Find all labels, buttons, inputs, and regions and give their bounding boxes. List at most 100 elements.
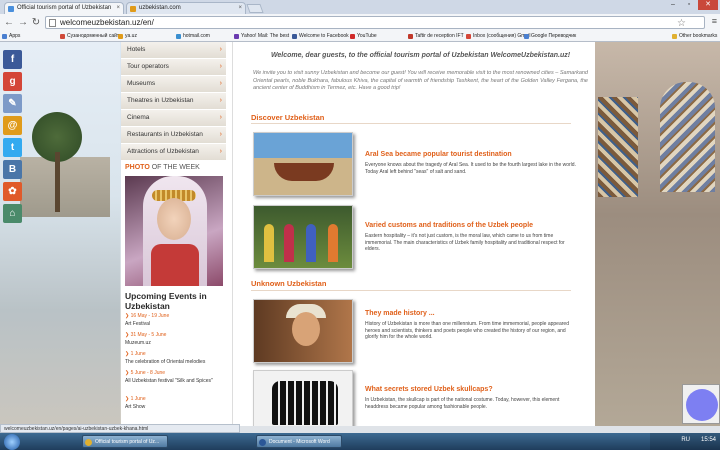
- bookmark-item[interactable]: Inbox (сообщения) Gmail: [466, 31, 530, 41]
- social-share-icon[interactable]: ⌂: [3, 204, 22, 223]
- bookmark-item[interactable]: Yahoo! Mail: The best: [234, 31, 289, 41]
- tab-active[interactable]: Official tourism portal of Uzbekistan ×: [4, 2, 124, 14]
- menu-item[interactable]: Museums ›: [121, 76, 226, 93]
- close-window-button[interactable]: ✕: [698, 0, 718, 10]
- bookmark-item[interactable]: Cyзанодоменный сайт: [60, 31, 119, 41]
- article-title[interactable]: They made history ...: [365, 310, 585, 317]
- event-title: Art Festival: [125, 321, 151, 327]
- article-title[interactable]: Varied customs and traditions of the Uzb…: [365, 222, 585, 229]
- start-button[interactable]: [4, 434, 20, 450]
- language-indicator[interactable]: RU: [681, 437, 690, 443]
- person: [284, 224, 294, 262]
- bookmark-favicon-icon: [176, 34, 181, 39]
- chevron-right-icon: ›: [219, 97, 222, 104]
- bookmark-label: YouTube: [357, 33, 377, 39]
- menu-item[interactable]: Cinema ›: [121, 110, 226, 127]
- photo-label-rest: OF THE WEEK: [149, 164, 200, 171]
- menu-item-label: Hotels: [127, 46, 146, 53]
- maximize-button[interactable]: ▫: [682, 0, 696, 10]
- chevron-right-icon: ›: [219, 80, 222, 87]
- minimize-button[interactable]: –: [666, 0, 680, 10]
- address-bar[interactable]: welcomeuzbekistan.uz/en/ ☆: [45, 16, 705, 29]
- menu-item[interactable]: Hotels ›: [121, 42, 226, 59]
- event-item[interactable]: 16 May - 19 JuneArt Festival: [125, 312, 169, 328]
- event-date: 31 May - 5 June: [125, 331, 167, 339]
- menu-item[interactable]: Tour operators ›: [121, 59, 226, 76]
- bookmark-item[interactable]: ya.uz: [118, 31, 137, 41]
- tab-secondary[interactable]: uzbekistan.com ×: [126, 2, 246, 14]
- bookmark-item[interactable]: Taftir de reception IFT: [408, 31, 464, 41]
- new-tab-button[interactable]: [246, 4, 264, 13]
- social-share-icon[interactable]: t: [3, 138, 22, 157]
- taskbar-item[interactable]: Official tourism portal of Uz...: [82, 435, 168, 448]
- social-share-bar: f g ✎ @ t B ✿ ⌂: [3, 50, 22, 226]
- bookmark-label: hotmail.com: [183, 33, 210, 39]
- floating-widget[interactable]: [682, 384, 720, 424]
- article-text: History of Uzbekistan is more than one m…: [365, 321, 569, 340]
- skullcap-image[interactable]: [253, 370, 353, 426]
- aral-sea-image[interactable]: [253, 132, 353, 196]
- chrome-icon: [85, 439, 92, 446]
- wrench-icon[interactable]: ≡: [712, 16, 717, 26]
- bookmark-item[interactable]: Apps: [2, 31, 20, 41]
- tab-label: uzbekistan.com: [139, 5, 181, 11]
- widget-ball-icon: [686, 389, 718, 421]
- bookmark-favicon-icon: [466, 34, 471, 39]
- customs-image[interactable]: [253, 205, 353, 269]
- bookmark-favicon-icon: [118, 34, 123, 39]
- social-share-icon[interactable]: f: [3, 50, 22, 69]
- bookmark-item[interactable]: hotmail.com: [176, 31, 210, 41]
- social-share-icon[interactable]: B: [3, 160, 22, 179]
- event-item[interactable]: 5 June - 8 JuneAll Uzbekistan festival "…: [125, 369, 213, 385]
- event-title: Muzeum.uz: [125, 340, 151, 346]
- close-tab-icon[interactable]: ×: [116, 3, 120, 14]
- tab-strip: Official tourism portal of Uzbekistan × …: [0, 0, 720, 14]
- back-arrow-icon[interactable]: ←: [3, 17, 15, 29]
- word-icon: [259, 439, 266, 446]
- article-text: In Uzbekistan, the skullcap is part of t…: [365, 397, 560, 410]
- photo-of-week-image[interactable]: [125, 176, 223, 286]
- taskbar-item[interactable]: Document - Microsoft Word: [256, 435, 342, 448]
- reload-icon[interactable]: ↻: [30, 17, 42, 29]
- event-date: 1 June: [125, 395, 146, 403]
- menu-item[interactable]: Restaurants in Uzbekistan ›: [121, 127, 226, 144]
- bookmark-label: Inbox (сообщения) Gmail: [473, 33, 531, 39]
- bookmark-label: Other bookmarks: [679, 33, 718, 39]
- bookmark-item[interactable]: Welcome to Facebook: [292, 31, 349, 41]
- menu-item[interactable]: Attractions of Uzbekistan ›: [121, 144, 226, 161]
- bookmark-label: Taftir de reception IFT: [415, 33, 464, 39]
- history-image[interactable]: [253, 299, 353, 363]
- bookmark-item[interactable]: Other bookmarks: [672, 31, 717, 41]
- event-item[interactable]: 1 JuneArt Show: [125, 395, 146, 411]
- event-item[interactable]: 31 May - 5 JuneMuzeum.uz: [125, 331, 166, 347]
- menu-item-label: Tour operators: [127, 63, 169, 70]
- bookmark-item[interactable]: YouTube: [350, 31, 377, 41]
- menu-item[interactable]: Theatres in Uzbekistan ›: [121, 93, 226, 110]
- main-column: Welcome, dear guests, to the official to…: [232, 42, 595, 426]
- system-tray: RU 15:54: [650, 433, 720, 450]
- article-text: Eastern hospitality – it's not just cust…: [365, 233, 565, 252]
- article-title[interactable]: What secrets stored Uzbek skullcaps?: [365, 386, 585, 393]
- chevron-right-icon: ›: [219, 131, 222, 138]
- event-item[interactable]: 1 JuneThe celebration of Oriental melodi…: [125, 350, 205, 366]
- social-share-icon[interactable]: ✿: [3, 182, 22, 201]
- article-title[interactable]: Aral Sea became popular tourist destinat…: [365, 151, 585, 158]
- social-share-icon[interactable]: @: [3, 116, 22, 135]
- bookmark-star-icon[interactable]: ☆: [677, 18, 686, 29]
- clock[interactable]: 15:54: [701, 437, 716, 443]
- divider: [251, 290, 571, 291]
- forward-arrow-icon[interactable]: →: [17, 17, 29, 29]
- bookmark-item[interactable]: Google Переводчик: [524, 31, 576, 41]
- events-title: Upcoming Events in Uzbekistan: [125, 291, 207, 311]
- status-bar: welcomeuzbekistan.uz/en/pages/ai-uzbekis…: [0, 424, 240, 433]
- close-tab-icon[interactable]: ×: [238, 3, 242, 14]
- bookmark-label: Google Переводчик: [531, 33, 577, 39]
- taskbar-item-label: Document - Microsoft Word: [269, 439, 330, 445]
- social-share-icon[interactable]: ✎: [3, 94, 22, 113]
- taskbar: Official tourism portal of Uz... Documen…: [0, 433, 720, 450]
- mosaic-arch-image: [660, 82, 715, 192]
- social-share-icon[interactable]: g: [3, 72, 22, 91]
- chevron-right-icon: ›: [219, 148, 222, 155]
- face: [292, 312, 320, 346]
- mosaic-image: [598, 97, 638, 197]
